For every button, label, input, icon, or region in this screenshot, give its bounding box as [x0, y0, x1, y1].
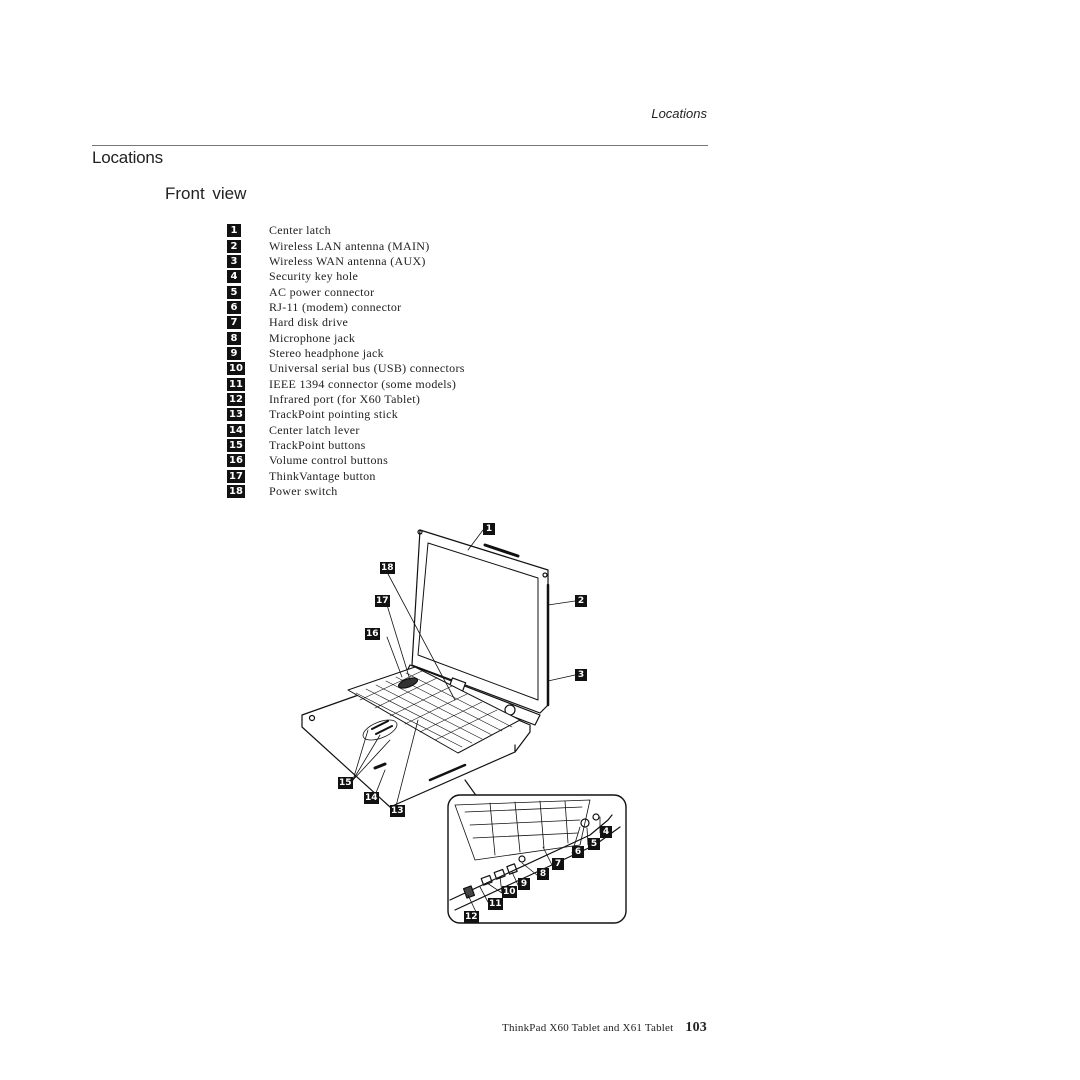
legend-label: Stereo headphone jack	[269, 345, 384, 360]
page-footer: ThinkPad X60 Tablet and X61 Tablet 103	[502, 1020, 707, 1036]
book-title: ThinkPad X60 Tablet and X61 Tablet	[502, 1022, 674, 1034]
legend-label: Wireless LAN antenna (MAIN)	[269, 238, 430, 253]
callout-number-badge: 14	[227, 423, 245, 437]
section-title: Locations	[92, 148, 163, 167]
legend-item: 12 Infrared port (for X60 Tablet)	[227, 392, 420, 407]
legend-item: 13 TrackPoint pointing stick	[227, 407, 398, 422]
figure-callout-11: 11	[488, 898, 503, 910]
legend-label: Center latch lever	[269, 422, 360, 437]
callout-number-badge: 9	[227, 346, 241, 360]
figure-callout-7: 7	[552, 858, 564, 870]
legend-label: Power switch	[269, 484, 338, 499]
running-head: Locations	[651, 106, 707, 121]
callout-number-badge: 3	[227, 254, 241, 268]
legend-item: 14 Center latch lever	[227, 422, 359, 437]
callout-number-badge: 7	[227, 316, 241, 330]
legend-label: Microphone jack	[269, 330, 356, 345]
callout-number-badge: 12	[227, 392, 245, 406]
callout-number-badge: 15	[227, 438, 245, 452]
figure-callout-14: 14	[364, 792, 379, 804]
legend-item: 11 IEEE 1394 connector (some models)	[227, 376, 456, 391]
figure-callout-5: 5	[588, 838, 600, 850]
laptop-illustration	[301, 529, 627, 924]
callout-number-badge: 11	[227, 377, 245, 391]
callout-number-badge: 13	[227, 408, 245, 422]
laptop-front-view-figure: 1 2 3 4 5 6 7 8 9 10 11 12 13 14 15 16 17 18	[290, 515, 640, 935]
legend-label: RJ-11 (modem) connector	[269, 299, 402, 314]
legend-item: 15 TrackPoint buttons	[227, 438, 365, 453]
legend-label: TrackPoint buttons	[269, 437, 366, 452]
figure-callout-3: 3	[575, 669, 587, 681]
legend-label: Security key hole	[269, 269, 359, 284]
callout-number-badge: 16	[227, 454, 245, 468]
legend-label: IEEE 1394 connector (some models)	[269, 376, 457, 391]
legend-label: Center latch	[269, 223, 331, 238]
callout-number-badge: 17	[227, 469, 245, 483]
figure-callout-13: 13	[390, 805, 405, 817]
figure-callout-16: 16	[365, 628, 380, 640]
figure-callout-12: 12	[464, 911, 479, 923]
callout-number-badge: 2	[227, 239, 241, 253]
legend-label: Wireless WAN antenna (AUX)	[269, 253, 426, 268]
legend-label: Hard disk drive	[269, 315, 349, 330]
legend-label: ThinkVantage button	[269, 468, 376, 483]
legend-label: Universal serial bus (USB) connectors	[269, 361, 465, 376]
subsection-title: Front view	[165, 184, 247, 203]
callout-number-badge: 8	[227, 331, 241, 345]
callout-number-badge: 10	[227, 362, 245, 376]
page-number: 103	[685, 1020, 707, 1035]
legend-item: 8 Microphone jack	[227, 330, 355, 345]
legend-item: 10 Universal serial bus (USB) connectors	[227, 361, 464, 376]
legend-item: 6 RJ-11 (modem) connector	[227, 300, 401, 315]
legend-label: Infrared port (for X60 Tablet)	[269, 391, 421, 406]
legend-item: 16 Volume control buttons	[227, 453, 388, 468]
callout-number-badge: 1	[227, 224, 241, 238]
figure-callout-9: 9	[518, 878, 530, 890]
legend-item: 3 Wireless WAN antenna (AUX)	[227, 254, 425, 269]
figure-callout-18: 18	[380, 562, 395, 574]
parts-legend: 1 Center latch 2 Wireless LAN antenna (MAIN…	[227, 223, 464, 499]
callout-number-badge: 6	[227, 300, 241, 314]
legend-item: 17 ThinkVantage button	[227, 469, 375, 484]
legend-item: 2 Wireless LAN antenna (MAIN)	[227, 238, 429, 253]
legend-item: 18 Power switch	[227, 484, 337, 499]
figure-callout-15: 15	[338, 777, 353, 789]
figure-callout-10: 10	[502, 886, 517, 898]
figure-callout-2: 2	[575, 595, 587, 607]
figure-callout-1: 1	[483, 523, 495, 535]
callout-number-badge: 18	[227, 485, 245, 499]
legend-item: 1 Center latch	[227, 223, 331, 238]
header-rule	[92, 145, 708, 146]
legend-label: TrackPoint pointing stick	[269, 407, 399, 422]
callout-number-badge: 4	[227, 270, 241, 284]
figure-callout-8: 8	[537, 868, 549, 880]
figure-callout-4: 4	[600, 826, 612, 838]
legend-item: 4 Security key hole	[227, 269, 358, 284]
legend-item: 9 Stereo headphone jack	[227, 346, 384, 361]
legend-item: 7 Hard disk drive	[227, 315, 348, 330]
legend-label: AC power connector	[269, 284, 375, 299]
figure-callout-6: 6	[572, 846, 584, 858]
legend-label: Volume control buttons	[269, 453, 389, 468]
callout-number-badge: 5	[227, 285, 241, 299]
figure-callout-17: 17	[375, 595, 390, 607]
legend-item: 5 AC power connector	[227, 284, 374, 299]
